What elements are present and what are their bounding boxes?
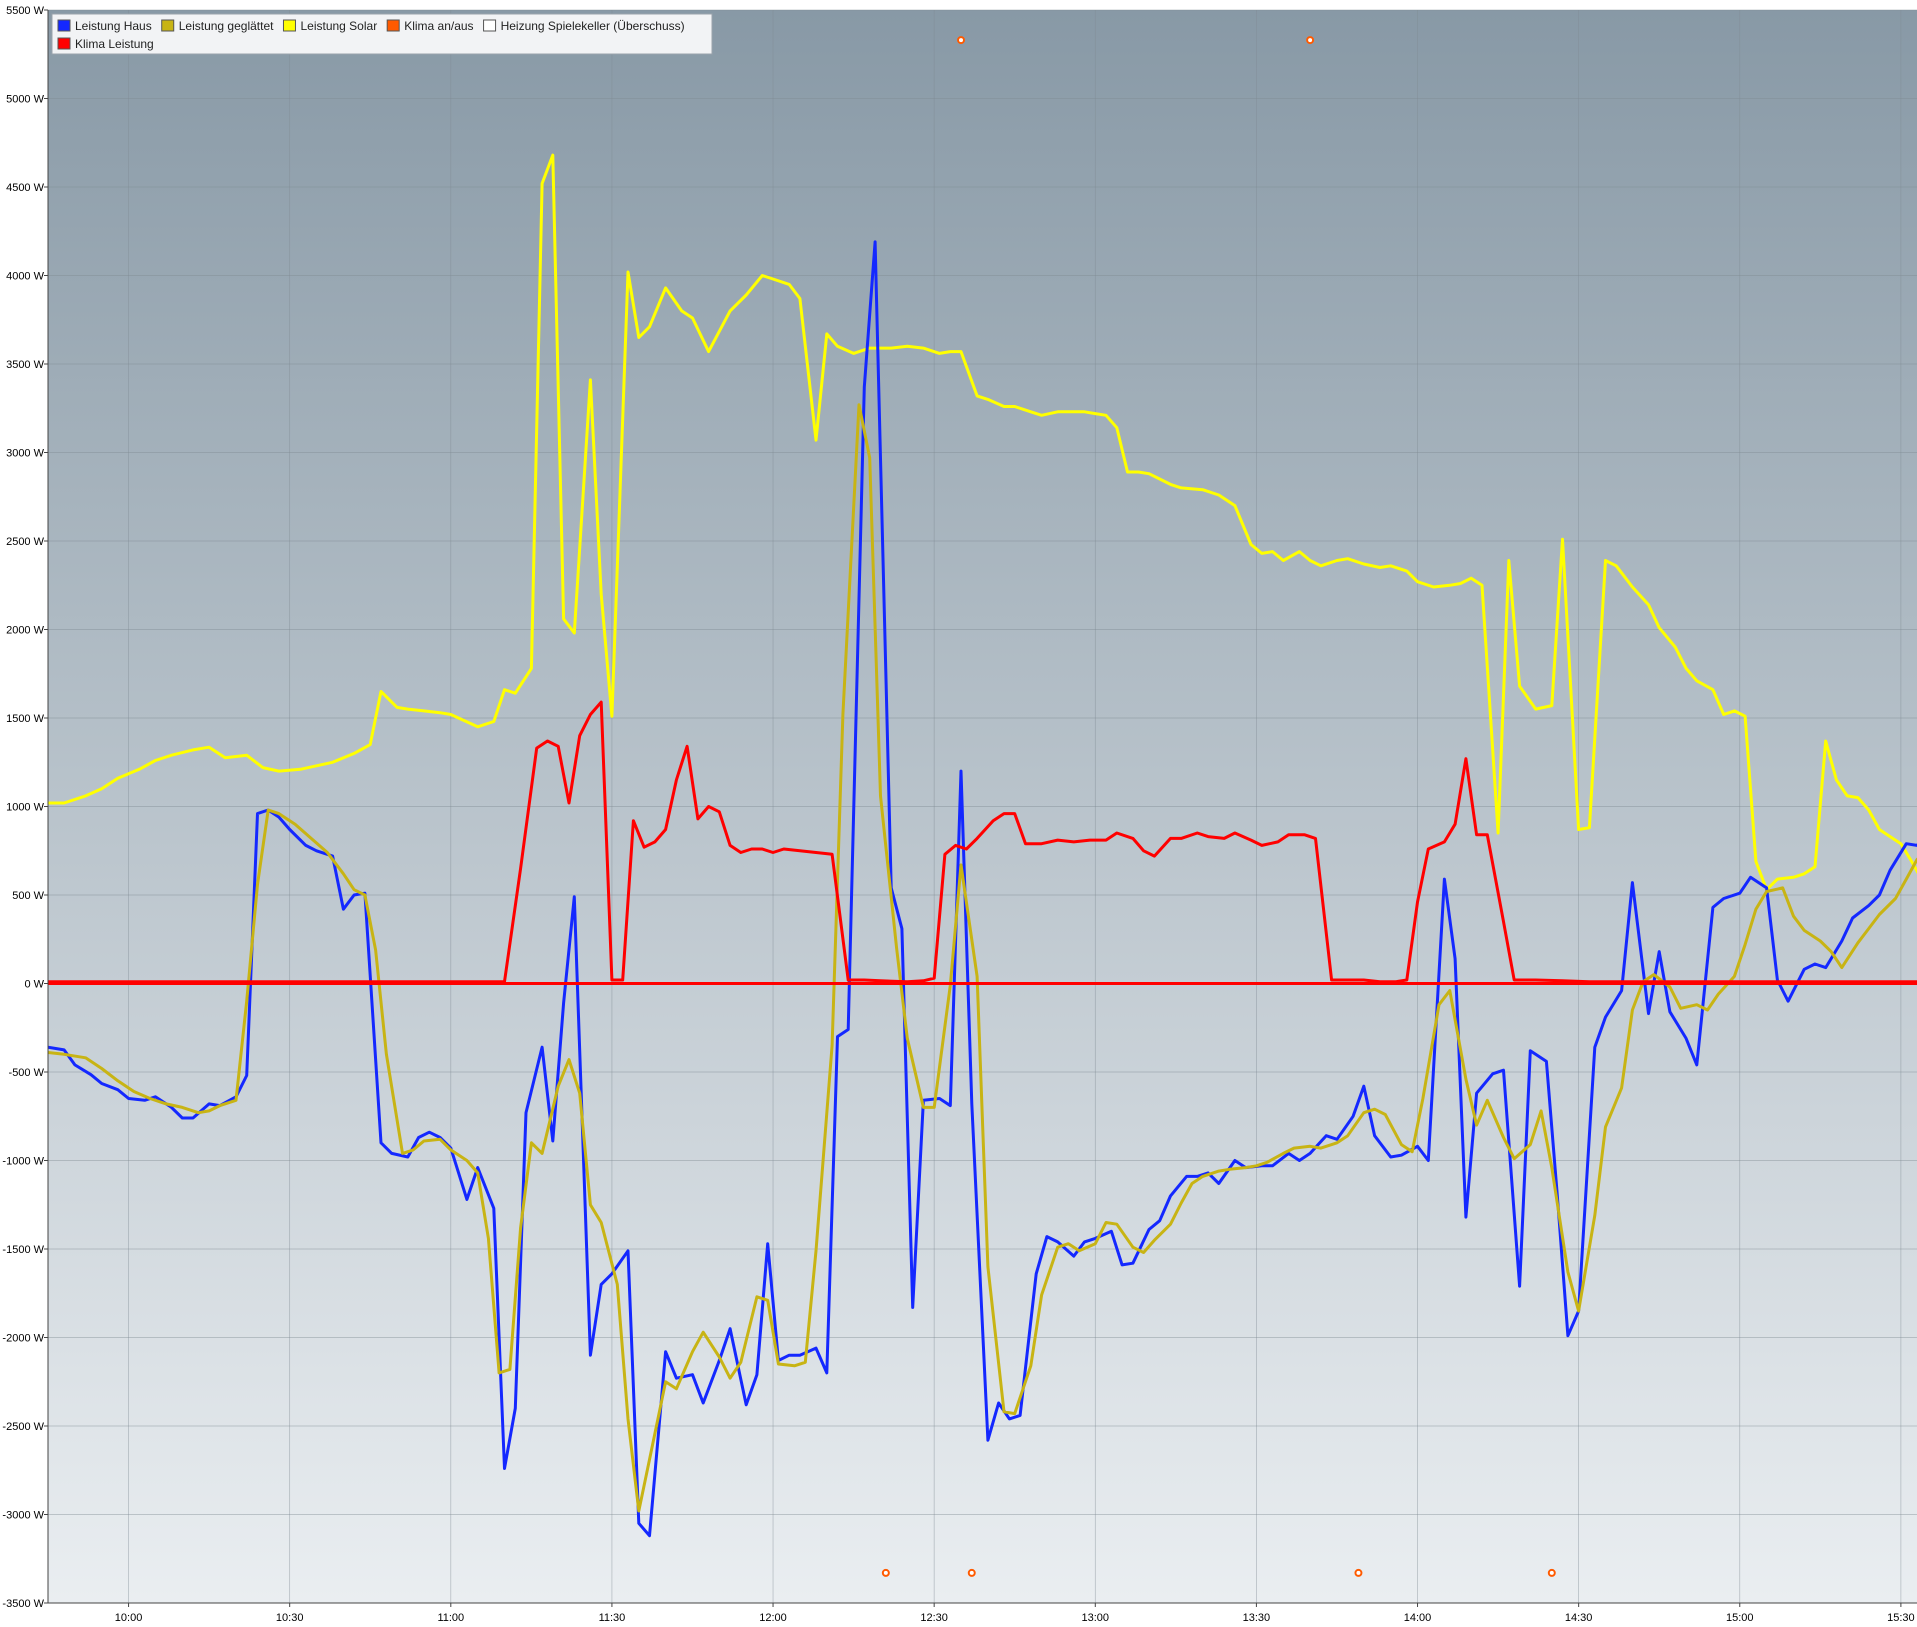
x-tick-label: 15:00 [1726, 1612, 1754, 1624]
event-marker [957, 36, 966, 45]
chart: 5500 W 5000 W 4500 W 4000 W 3500 W 3000 W 2500… [2, 5, 1917, 1624]
y-tick-label: 5000 W [6, 94, 45, 106]
y-tick-label: 0 W [24, 979, 44, 991]
event-marker [1354, 1568, 1363, 1577]
y-tick-label: -500 W [9, 1067, 45, 1079]
y-tick-label: 3500 W [6, 359, 45, 371]
legend-label-leistung-solar[interactable]: Leistung Solar [300, 19, 377, 33]
y-tick-label: -1500 W [2, 1244, 44, 1256]
y-tick-label: 500 W [12, 890, 44, 902]
y-tick-label: 2500 W [6, 536, 45, 548]
legend-label-heizung-spielekeller-berschuss[interactable]: Heizung Spielekeller (Überschuss) [501, 19, 685, 33]
event-marker [1547, 1568, 1556, 1577]
legend-label-klima-leistung[interactable]: Klima Leistung [75, 37, 154, 51]
y-tick-label: 4000 W [6, 271, 45, 283]
legend[interactable]: Leistung Haus Leistung geglättet Leistung … [51, 13, 713, 55]
legend-swatch-leistung-haus[interactable] [57, 19, 71, 32]
y-tick-label: 3000 W [6, 448, 45, 460]
y-tick-label: -2000 W [2, 1333, 44, 1345]
y-axis: 5500 W 5000 W 4500 W 4000 W 3500 W 3000 W 2500… [2, 5, 48, 1610]
legend-label-leistung-gegl-ttet[interactable]: Leistung geglättet [179, 19, 274, 33]
x-tick-label: 10:30 [276, 1612, 304, 1624]
y-tick-label: -3000 W [2, 1510, 44, 1522]
y-tick-label: 4500 W [6, 182, 45, 194]
y-tick-label: 1000 W [6, 802, 45, 814]
x-tick-label: 13:30 [1243, 1612, 1271, 1624]
y-tick-label: 1500 W [6, 713, 45, 725]
y-tick-label: 5500 W [6, 5, 45, 17]
legend-swatch-klima-leistung[interactable] [57, 37, 71, 50]
y-tick-label: -3500 W [2, 1598, 44, 1610]
legend-label-leistung-haus[interactable]: Leistung Haus [75, 19, 152, 33]
x-tick-label: 11:30 [599, 1612, 626, 1624]
event-marker [1306, 36, 1315, 45]
y-tick-label: 2000 W [6, 625, 45, 637]
x-tick-label: 10:00 [115, 1612, 143, 1624]
x-tick-label: 15:30 [1887, 1612, 1915, 1624]
x-tick-label: 11:00 [437, 1612, 464, 1624]
legend-label-klima-an-aus[interactable]: Klima an/aus [404, 19, 473, 33]
legend-swatch-klima-an-aus[interactable] [386, 19, 400, 32]
legend-swatch-leistung-gegl-ttet[interactable] [161, 19, 175, 32]
legend-swatch-leistung-solar[interactable] [282, 19, 296, 32]
legend-swatch-heizung-spielekeller-berschuss[interactable] [483, 19, 497, 32]
y-tick-label: -2500 W [2, 1421, 44, 1433]
x-axis: 10:00 10:30 11:00 11:30 12:00 12:30 13:00 13:30… [115, 1603, 1915, 1624]
x-tick-label: 14:00 [1404, 1612, 1432, 1624]
x-tick-label: 13:00 [1082, 1612, 1110, 1624]
event-marker [967, 1568, 976, 1577]
x-tick-label: 14:30 [1565, 1612, 1593, 1624]
x-tick-label: 12:30 [920, 1612, 948, 1624]
x-tick-label: 12:00 [759, 1612, 787, 1624]
y-tick-label: -1000 W [2, 1156, 44, 1168]
event-marker [881, 1568, 890, 1577]
